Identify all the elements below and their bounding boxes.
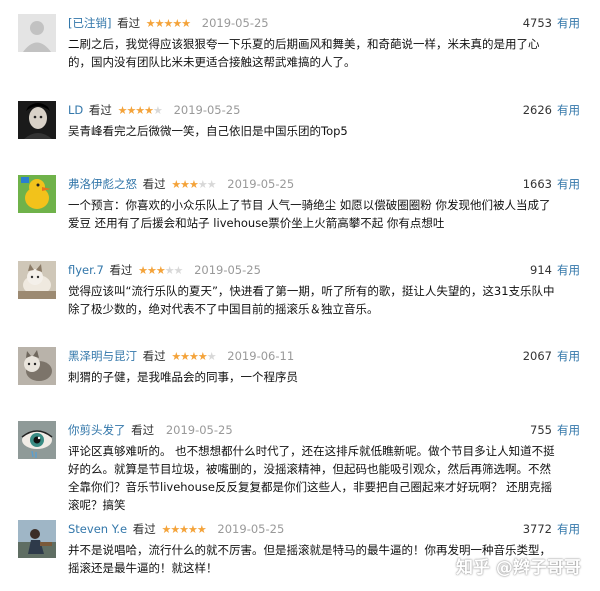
user-avatar[interactable] <box>18 101 56 139</box>
username-link[interactable]: 黑泽明与昆汀 <box>68 349 137 363</box>
review-content: 觉得应该叫“流行乐队的夏天”，快进看了第一期，听了所有的歌，挺让人失望的，这31… <box>68 284 555 316</box>
seen-label: 看过 <box>142 349 166 363</box>
vote-count: 1663 <box>522 177 552 191</box>
review-date: 2019-05-25 <box>194 263 261 277</box>
username-link[interactable]: 你剪头发了 <box>68 423 126 437</box>
vote-count: 4753 <box>522 16 552 30</box>
review-date: 2019-05-25 <box>173 103 241 117</box>
review-meta: 黑泽明与昆汀 看过 ★★★★★ 2019-06-11 <box>68 347 294 365</box>
user-avatar[interactable] <box>18 421 56 459</box>
rating-stars: ★★★★★ <box>161 523 206 536</box>
vote-count: 2067 <box>522 349 552 363</box>
rating-stars: ★★★★★ <box>171 178 216 191</box>
rating-stars: ★★★★★ <box>171 350 216 363</box>
username-link[interactable]: flyer.7 <box>68 263 104 277</box>
username-link[interactable]: 弗洛伊彪之怒 <box>68 177 137 191</box>
useful-button[interactable]: 有用 <box>557 347 580 365</box>
useful-button[interactable]: 有用 <box>557 421 580 439</box>
seen-label: 看过 <box>109 263 133 277</box>
rating-stars: ★★★★★ <box>117 104 163 117</box>
seen-label: 看过 <box>132 522 156 536</box>
user-avatar[interactable] <box>18 261 56 299</box>
seen-label: 看过 <box>131 423 155 437</box>
review-date: 2019-06-11 <box>227 349 295 363</box>
seen-label: 看过 <box>88 103 112 117</box>
username-link[interactable]: Steven Y.e <box>68 522 127 536</box>
review-meta: LD 看过 ★★★★★ 2019-05-25 <box>68 101 240 119</box>
useful-button[interactable]: 有用 <box>557 14 580 32</box>
vote-count: 2626 <box>522 103 552 117</box>
vote-count: 914 <box>530 263 552 277</box>
default-avatar-icon[interactable] <box>18 14 56 52</box>
useful-button[interactable]: 有用 <box>557 175 580 193</box>
username-link[interactable]: [已注销] <box>68 16 111 30</box>
username-link[interactable]: LD <box>68 103 83 117</box>
review-content: 吴青峰看完之后微微一笑，自己依旧是中国乐团的Top5 <box>68 124 348 138</box>
review-date: 2019-05-25 <box>227 177 295 191</box>
review-meta: [已注销] 看过 ★★★★★ 2019-05-25 <box>68 14 269 32</box>
vote-count: 3772 <box>522 522 552 536</box>
vote-count: 755 <box>530 423 552 437</box>
useful-button[interactable]: 有用 <box>557 101 580 119</box>
review-date: 2019-05-25 <box>201 16 269 30</box>
seen-label: 看过 <box>117 16 141 30</box>
rating-stars: ★★★★★ <box>145 17 191 30</box>
review-date: 2019-05-25 <box>217 522 285 536</box>
review-content: 一个预言：你喜欢的小众乐队上了节目 人气一骑绝尘 如愿以偿破圈圈粉 你发现他们被… <box>68 198 551 230</box>
user-avatar[interactable] <box>18 520 56 558</box>
review-content: 刺猬的子健，是我唯品会的同事，一个程序员 <box>68 370 298 384</box>
review-meta: flyer.7 看过 ★★★★★ 2019-05-25 <box>68 261 261 279</box>
user-avatar[interactable] <box>18 175 56 213</box>
review-meta: 弗洛伊彪之怒 看过 ★★★★★ 2019-05-25 <box>68 175 294 193</box>
review-meta: 你剪头发了 看过 2019-05-25 <box>68 421 233 439</box>
review-content: 评论区真够难听的。 也不想想都什么时代了，还在这排斥就低瞧新呢。做个节目多让人知… <box>68 444 555 512</box>
user-avatar[interactable] <box>18 347 56 385</box>
useful-button[interactable]: 有用 <box>557 261 580 279</box>
review-meta: Steven Y.e 看过 ★★★★★ 2019-05-25 <box>68 520 284 538</box>
zhihu-watermark: 知乎 @辫子哥哥 <box>456 558 581 578</box>
useful-button[interactable]: 有用 <box>557 520 580 538</box>
seen-label: 看过 <box>142 177 166 191</box>
rating-stars: ★★★★★ <box>138 264 183 277</box>
review-content: 二刷之后，我觉得应该狠狠夸一下乐夏的后期画风和舞美，和奇葩说一样，米未真的是用了… <box>68 37 540 69</box>
review-date: 2019-05-25 <box>165 423 233 437</box>
